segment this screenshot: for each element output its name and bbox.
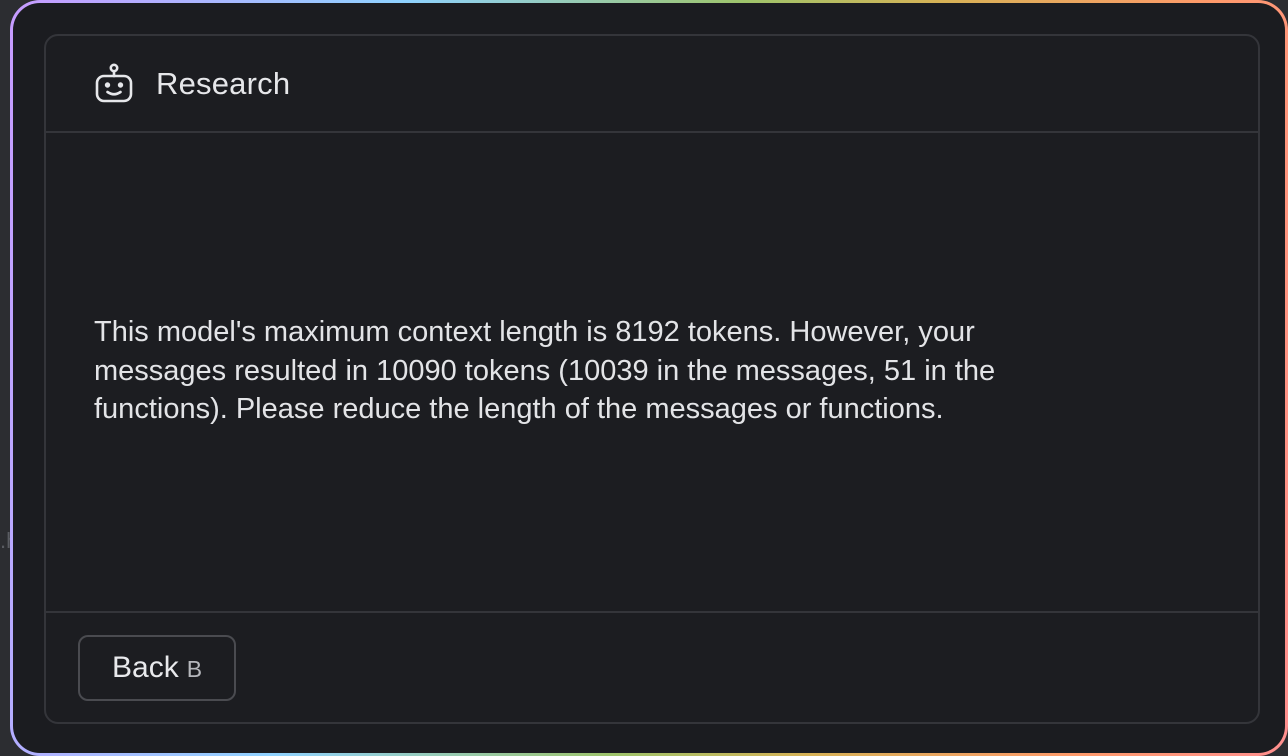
back-shortcut-key: B: [186, 656, 203, 682]
error-panel: Research This model's maximum context le…: [44, 34, 1260, 724]
panel-body: This model's maximum context length is 8…: [46, 133, 1258, 613]
panel-header: Research: [46, 36, 1258, 133]
dialog-frame-inner: Research This model's maximum context le…: [13, 3, 1285, 753]
robot-icon: [94, 62, 134, 105]
back-button-label: Back: [112, 650, 179, 684]
panel-footer: Back B: [46, 613, 1258, 722]
back-button[interactable]: Back B: [78, 634, 237, 701]
error-message: This model's maximum context length is 8…: [94, 316, 996, 426]
dialog-frame: Research This model's maximum context le…: [10, 0, 1288, 756]
panel-title: Research: [156, 65, 291, 101]
